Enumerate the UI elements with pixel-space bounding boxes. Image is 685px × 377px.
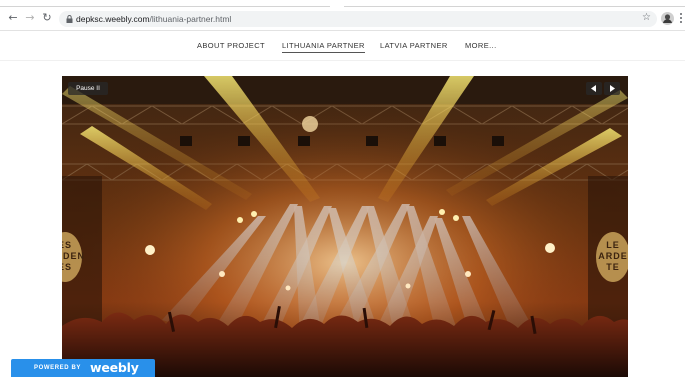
nav-latvia-partner[interactable]: LATVIA PARTNER (380, 41, 448, 50)
chevron-left-icon (591, 85, 596, 92)
slideshow-pause-button[interactable]: Pause II (68, 82, 108, 95)
weebly-logo: weebly (90, 360, 139, 375)
site-navigation: ABOUT PROJECT LITHUANIA PARTNER LATVIA P… (0, 31, 685, 61)
concert-stage-image (62, 76, 628, 377)
kebab-menu-icon[interactable] (679, 13, 683, 25)
tab-strip (0, 0, 685, 8)
profile-avatar[interactable] (661, 12, 674, 25)
back-arrow-icon[interactable]: ← (7, 12, 19, 24)
chevron-right-icon (610, 85, 615, 92)
forward-arrow-icon[interactable]: → (24, 12, 36, 24)
slideshow-next-button[interactable] (604, 82, 620, 95)
nav-lithuania-partner[interactable]: LITHUANIA PARTNER (282, 41, 365, 53)
address-bar[interactable]: depksc.weebly.com/lithuania-partner.html… (59, 11, 657, 27)
slideshow-prev-button[interactable] (586, 82, 602, 95)
slideshow: ESARDENES LEARDETE Pause II (62, 76, 628, 377)
powered-by-weebly-badge[interactable]: POWERED BY weebly (11, 359, 155, 377)
nav-more[interactable]: MORE... (465, 41, 497, 50)
nav-about-project[interactable]: ABOUT PROJECT (197, 41, 265, 50)
powered-by-label: POWERED BY (34, 365, 82, 371)
url-text: depksc.weebly.com/lithuania-partner.html (76, 13, 231, 25)
url-host: depksc.weebly.com (76, 14, 150, 24)
browser-toolbar: ← → ↻ depksc.weebly.com/lithuania-partne… (0, 0, 685, 31)
lock-icon (66, 15, 73, 23)
reload-icon[interactable]: ↻ (41, 12, 53, 24)
venue-sign-right: LE ARDE TE (596, 232, 628, 282)
star-icon[interactable]: ☆ (642, 12, 651, 23)
url-path: /lithuania-partner.html (149, 14, 232, 24)
